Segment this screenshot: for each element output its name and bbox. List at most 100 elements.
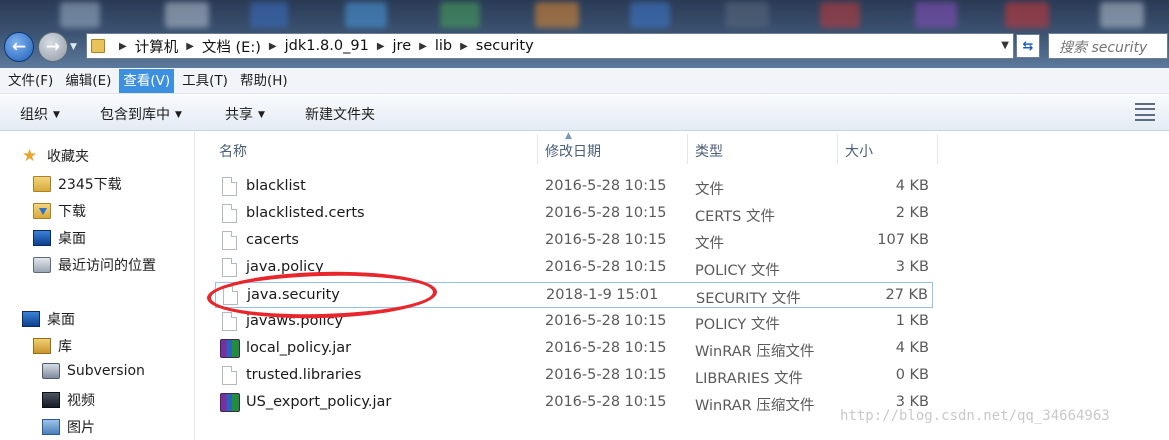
breadcrumb-security[interactable]: security	[476, 38, 534, 54]
history-dropdown-icon[interactable]: ▼	[70, 42, 77, 52]
breadcrumb-computer[interactable]: 计算机	[135, 36, 179, 57]
address-bar-area: ← → ▼ ▶ 计算机 ▶ 文档 (E:) ▶ jdk1.8.0_91 ▶ jr…	[0, 0, 1169, 68]
address-dropdown-icon[interactable]: ▼	[1001, 40, 1009, 51]
organize-button[interactable]: 组织 ▼	[20, 104, 60, 124]
refresh-button[interactable]: ⇆	[1016, 34, 1040, 58]
organize-label: 组织	[20, 107, 48, 123]
file-name: blacklisted.certs	[246, 205, 365, 221]
file-row[interactable]: US_export_policy.jar 2016-5-28 10:15 Win…	[215, 390, 933, 416]
menu-view[interactable]: 查看(V)	[119, 68, 175, 93]
chevron-down-icon: ▼	[53, 110, 60, 120]
winrar-archive-icon	[220, 339, 240, 358]
file-row[interactable]: trusted.libraries 2016-5-28 10:15 LIBRAR…	[215, 363, 933, 389]
nav-item-pictures[interactable]: 图片	[42, 417, 95, 437]
file-name: US_export_policy.jar	[246, 394, 392, 410]
breadcrumb-drive[interactable]: 文档 (E:)	[202, 36, 261, 57]
column-header-size[interactable]: 大小	[845, 141, 873, 161]
downloads-folder-icon	[33, 203, 51, 219]
nav-item-label: Subversion	[67, 363, 145, 379]
column-header-type[interactable]: 类型	[695, 141, 723, 161]
nav-item-label: 桌面	[58, 231, 86, 247]
file-type: 文件	[695, 182, 724, 198]
folder-icon	[91, 39, 105, 53]
file-icon	[222, 366, 237, 385]
subversion-icon	[42, 363, 60, 379]
nav-item-downloads[interactable]: 下载	[33, 201, 86, 221]
file-row[interactable]: blacklisted.certs 2016-5-28 10:15 CERTS …	[215, 201, 933, 227]
background-blur	[1005, 2, 1049, 28]
background-blur	[915, 2, 957, 28]
recent-places-icon	[33, 257, 51, 273]
chevron-down-icon: ▼	[175, 110, 182, 120]
file-row[interactable]: local_policy.jar 2016-5-28 10:15 WinRAR …	[215, 336, 933, 362]
star-icon: ★	[22, 146, 38, 166]
column-divider[interactable]	[837, 134, 838, 164]
file-size: 107 KB	[877, 232, 929, 248]
new-folder-button[interactable]: 新建文件夹	[305, 104, 375, 124]
menu-tools[interactable]: 工具(T)	[178, 69, 232, 93]
background-blur	[535, 2, 579, 28]
share-button[interactable]: 共享 ▼	[225, 104, 265, 124]
chevron-right-icon[interactable]: ▶	[119, 41, 127, 52]
file-icon	[222, 312, 237, 331]
search-input[interactable]	[1048, 33, 1168, 59]
background-blur	[630, 2, 670, 28]
arrow-right-icon: →	[45, 37, 61, 57]
command-toolbar: 组织 ▼ 包含到库中 ▼ 共享 ▼ 新建文件夹	[0, 95, 1169, 131]
background-blur	[1100, 2, 1144, 28]
file-type: CERTS 文件	[695, 209, 775, 225]
nav-item-2345-downloads[interactable]: 2345下载	[33, 174, 122, 194]
menu-help[interactable]: 帮助(H)	[236, 69, 292, 93]
breadcrumb-lib[interactable]: lib	[435, 38, 452, 54]
column-headers: ▲ 名称 修改日期 类型 大小	[196, 131, 1169, 166]
file-row[interactable]: cacerts 2016-5-28 10:15 文件 107 KB	[215, 228, 933, 254]
breadcrumb-jdk[interactable]: jdk1.8.0_91	[285, 38, 369, 54]
column-header-date[interactable]: 修改日期	[545, 141, 601, 161]
nav-libraries[interactable]: 库	[33, 336, 72, 356]
include-in-library-button[interactable]: 包含到库中 ▼	[100, 104, 182, 124]
column-divider[interactable]	[937, 134, 938, 164]
file-name: blacklist	[246, 178, 306, 194]
nav-desktop[interactable]: 桌面	[22, 309, 75, 329]
forward-button[interactable]: →	[38, 32, 68, 62]
view-options-icon[interactable]	[1135, 103, 1155, 121]
chevron-right-icon[interactable]: ▶	[377, 41, 385, 52]
background-blur	[250, 2, 288, 28]
chevron-right-icon[interactable]: ▶	[419, 41, 427, 52]
file-size: 4 KB	[895, 178, 929, 194]
file-row[interactable]: blacklist 2016-5-28 10:15 文件 4 KB	[215, 174, 933, 200]
nav-item-subversion[interactable]: Subversion	[42, 363, 145, 379]
breadcrumb-jre[interactable]: jre	[393, 38, 412, 54]
nav-item-label: 2345下载	[58, 177, 122, 193]
nav-item-label: 图片	[67, 420, 95, 436]
back-button[interactable]: ←	[4, 32, 34, 62]
chevron-right-icon[interactable]: ▶	[460, 41, 468, 52]
background-blur	[60, 2, 100, 28]
column-header-name[interactable]: 名称	[219, 141, 247, 161]
background-blur	[820, 2, 860, 28]
chevron-right-icon[interactable]: ▶	[186, 41, 194, 52]
refresh-icon: ⇆	[1022, 38, 1034, 54]
nav-item-recent-places[interactable]: 最近访问的位置	[33, 255, 156, 275]
column-divider[interactable]	[537, 134, 538, 164]
file-icon	[222, 204, 237, 223]
file-name: cacerts	[246, 232, 299, 248]
picture-library-icon	[42, 419, 60, 435]
address-field[interactable]: ▶ 计算机 ▶ 文档 (E:) ▶ jdk1.8.0_91 ▶ jre ▶ li…	[86, 33, 1014, 59]
column-divider[interactable]	[687, 134, 688, 164]
video-library-icon	[42, 392, 60, 408]
menu-file[interactable]: 文件(F)	[4, 69, 57, 93]
chevron-right-icon[interactable]: ▶	[269, 41, 277, 52]
winrar-archive-icon	[220, 393, 240, 412]
nav-item-videos[interactable]: 视频	[42, 390, 95, 410]
file-size: 27 KB	[885, 287, 928, 303]
file-type: POLICY 文件	[695, 317, 780, 333]
include-in-library-label: 包含到库中	[100, 107, 170, 123]
background-blur	[345, 2, 387, 28]
nav-favorites[interactable]: ★ 收藏夹	[22, 146, 89, 166]
background-blur	[165, 2, 209, 28]
nav-item-desktop-favorite[interactable]: 桌面	[33, 228, 86, 248]
nav-item-label: 最近访问的位置	[58, 258, 156, 274]
file-name: local_policy.jar	[246, 340, 352, 356]
menu-edit[interactable]: 编辑(E)	[61, 69, 115, 93]
